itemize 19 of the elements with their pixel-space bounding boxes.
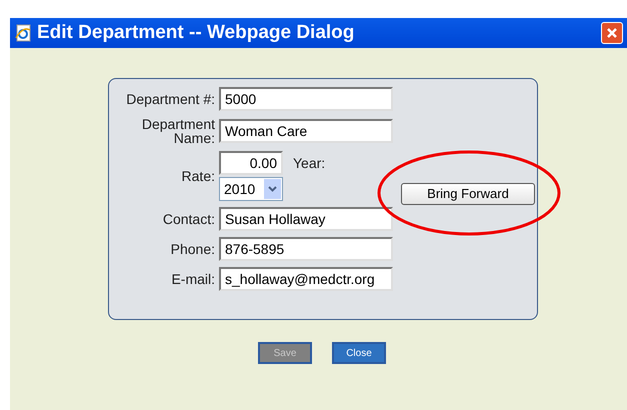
text-field[interactable]: 876-5895 [219, 237, 393, 261]
field-label: Rate: [180, 169, 215, 183]
field-label: Phone: [170, 242, 215, 256]
window-title: Edit Department -- Webpage Dialog [37, 20, 356, 45]
close-icon[interactable] [601, 22, 623, 44]
field-label: Contact: [162, 212, 215, 226]
browser-icon [14, 24, 32, 42]
close-button[interactable]: Close [332, 342, 386, 364]
text-field[interactable]: 5000 [219, 87, 393, 111]
field-label: Department #: [125, 92, 215, 106]
text-field[interactable]: s_hollaway@medctr.org [219, 267, 393, 291]
bring-forward-button[interactable]: Bring Forward [401, 182, 535, 205]
field-label: Year: [293, 154, 326, 172]
field-label: E-mail: [170, 272, 215, 286]
text-field[interactable]: 0.00 [219, 151, 283, 175]
field-label: Department Name: [140, 117, 215, 145]
text-field[interactable]: Woman Care [219, 119, 393, 143]
year-dropdown[interactable]: 2010 [219, 177, 283, 201]
text-field[interactable]: Susan Hollaway [219, 207, 393, 231]
